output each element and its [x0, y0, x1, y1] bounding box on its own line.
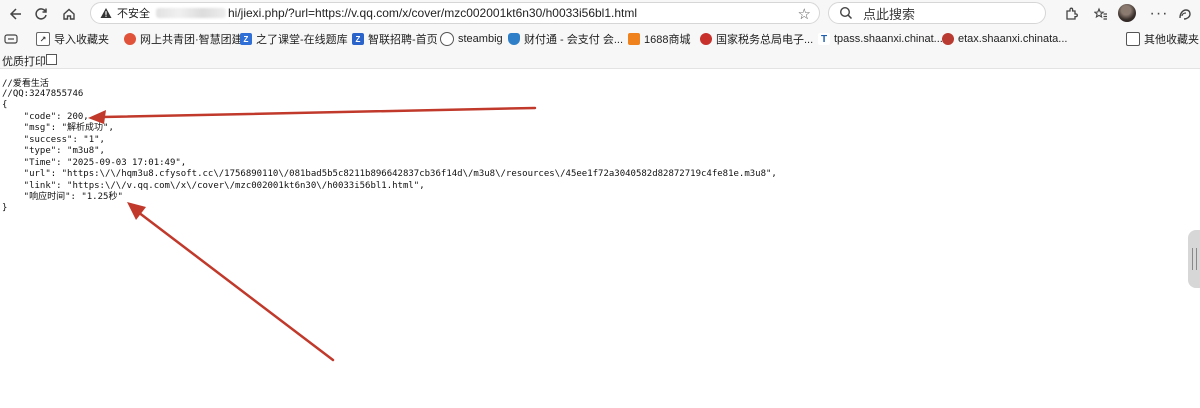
search-placeholder: 点此搜索	[863, 6, 916, 22]
bookmark-item[interactable]: 财付通 - 会支付 会...	[508, 31, 623, 47]
code-line: //爱看生活	[2, 79, 49, 89]
bookmark-item[interactable]: Z 之了课堂-在线题库	[240, 31, 348, 47]
bookmark-label: 之了课堂-在线题库	[256, 34, 348, 46]
copilot-icon[interactable]	[1172, 2, 1198, 26]
back-icon[interactable]	[2, 2, 28, 26]
page-content: //爱看生活 //QQ:3247855746 { "code": 200, "m…	[0, 70, 1200, 408]
site-favicon-icon: Z	[352, 33, 364, 45]
security-label[interactable]: 不安全	[117, 5, 150, 21]
reload-icon[interactable]	[28, 2, 54, 26]
bookmark-label: 智联招聘-首页	[368, 34, 438, 46]
bookmarks-toggle-icon[interactable]	[4, 31, 18, 47]
code-line: "url": "https:\/\/hqm3u8.cfysoft.cc\/175…	[2, 169, 777, 179]
import-icon: ↗	[36, 32, 50, 46]
site-favicon-icon	[942, 33, 954, 45]
bookmark-label: 国家税务总局电子...	[716, 34, 814, 46]
warning-icon	[99, 6, 113, 20]
code-line: "success": "1",	[2, 135, 105, 145]
bookmark-item[interactable]: T tpass.shaanxi.chinat...	[818, 31, 943, 47]
url-redacted-segment	[156, 8, 226, 18]
shield-icon	[508, 33, 520, 45]
bookmark-label: 网上共青团·智慧团建	[140, 34, 243, 46]
code-line: "code": 200,	[2, 112, 89, 122]
print-bar: 优质打印	[0, 50, 1200, 69]
bookmark-item[interactable]: 国家税务总局电子...	[700, 31, 813, 47]
url-text[interactable]: hi/jiexi.php/?url=https://v.qq.com/x/cov…	[228, 6, 637, 20]
globe-icon	[440, 32, 454, 46]
print-quality-label: 优质打印	[2, 56, 46, 68]
site-favicon-icon	[628, 33, 640, 45]
code-line: "msg": "解析成功",	[2, 123, 114, 133]
bookmark-other-folder[interactable]: 其他收藏夹	[1126, 31, 1199, 47]
code-line: "type": "m3u8",	[2, 146, 105, 156]
search-input[interactable]: 点此搜索	[828, 2, 1046, 24]
address-bar[interactable]: 不安全 hi/jiexi.php/?url=https://v.qq.com/x…	[90, 2, 820, 24]
bookmark-item[interactable]: Z 智联招聘-首页	[352, 31, 438, 47]
bookmark-import-label: 导入收藏夹	[54, 34, 109, 46]
bookmark-item[interactable]: 网上共青团·智慧团建	[124, 31, 243, 47]
folder-icon	[1126, 32, 1140, 46]
bookmark-label: etax.shaanxi.chinata...	[958, 33, 1068, 45]
code-line: "Time": "2025-09-03 17:01:49",	[2, 158, 187, 168]
bookmark-import[interactable]: ↗ 导入收藏夹	[36, 31, 109, 47]
bookmark-item[interactable]: steambig	[440, 31, 503, 47]
bookmark-label: steambig	[458, 33, 503, 45]
bookmark-label: tpass.shaanxi.chinat...	[834, 33, 943, 45]
site-favicon-icon	[700, 33, 712, 45]
bookmark-label: 其他收藏夹	[1144, 34, 1199, 46]
bookmark-item[interactable]: etax.shaanxi.chinata...	[942, 31, 1067, 47]
code-line: "link": "https:\/\/v.qq.com\/x\/cover\/m…	[2, 181, 425, 191]
site-favicon-icon: Z	[240, 33, 252, 45]
favorites-icon[interactable]	[1088, 2, 1114, 26]
bookmark-label: 1688商城	[644, 34, 691, 46]
favorite-star-icon[interactable]: ☆	[798, 5, 811, 23]
profile-avatar[interactable]	[1118, 4, 1136, 22]
site-favicon-icon	[124, 33, 136, 45]
bookmarks-bar: ↗ 导入收藏夹 网上共青团·智慧团建 Z 之了课堂-在线题库 Z 智联招聘-首页…	[0, 28, 1200, 50]
bookmark-label: 财付通 - 会支付 会...	[524, 34, 623, 46]
code-line: "响应时间": "1.25秒"	[2, 192, 123, 202]
print-quality-checkbox[interactable]	[46, 54, 57, 65]
extensions-icon[interactable]	[1058, 2, 1084, 26]
code-line: {	[2, 100, 8, 110]
code-line: }	[2, 203, 8, 213]
browser-toolbar: 不安全 hi/jiexi.php/?url=https://v.qq.com/x…	[0, 0, 1200, 28]
bookmark-item[interactable]: 1688商城	[628, 31, 690, 47]
code-line: //QQ:3247855746	[2, 89, 84, 99]
search-icon	[839, 6, 853, 20]
more-menu-icon[interactable]: ···	[1146, 2, 1172, 26]
side-panel-handle[interactable]	[1188, 230, 1200, 288]
site-favicon-icon: T	[818, 33, 830, 45]
home-icon[interactable]	[56, 2, 82, 26]
